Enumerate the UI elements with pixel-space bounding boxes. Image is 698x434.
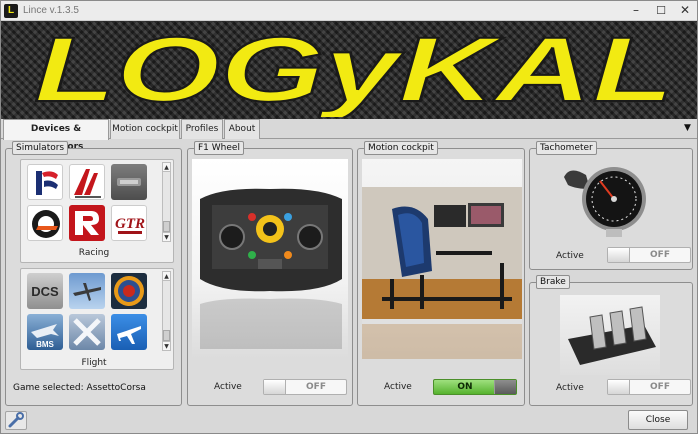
toggle-state: OFF bbox=[650, 250, 670, 260]
close-window-button[interactable]: ✕ bbox=[674, 2, 696, 19]
tab-menu-chevron-icon[interactable]: ▼ bbox=[684, 123, 691, 133]
generic-sim-icon[interactable] bbox=[111, 164, 147, 200]
f1-wheel-title: F1 Wheel bbox=[194, 141, 244, 155]
tachometer-image bbox=[560, 159, 660, 241]
f1-wheel-image bbox=[192, 159, 348, 359]
tacho-active-label: Active bbox=[556, 251, 584, 261]
f1-active-label: Active bbox=[214, 382, 242, 392]
tab-strip: Devices & Simulators Motion cockpit Prof… bbox=[1, 119, 697, 152]
iracing-icon[interactable] bbox=[27, 164, 63, 200]
maximize-button[interactable]: ☐ bbox=[650, 2, 672, 19]
toggle-state: OFF bbox=[306, 382, 326, 392]
motion-cockpit-panel: Motion cockpit Active ON bbox=[357, 141, 525, 406]
tab-profiles[interactable]: Profiles bbox=[181, 119, 223, 139]
brake-panel: Brake Active OFF bbox=[529, 275, 693, 406]
title-bar[interactable]: L Lince v.1.3.5 – ☐ ✕ bbox=[1, 1, 697, 21]
tacho-active-toggle[interactable]: OFF bbox=[607, 247, 691, 263]
motion-active-label: Active bbox=[384, 382, 412, 392]
il2-icon[interactable] bbox=[69, 273, 105, 309]
brake-title: Brake bbox=[536, 275, 570, 289]
minimize-button[interactable]: – bbox=[625, 2, 647, 19]
fsx-icon[interactable] bbox=[111, 314, 147, 350]
rfactor2-icon[interactable] bbox=[27, 205, 63, 241]
motion-active-toggle[interactable]: ON bbox=[433, 379, 517, 395]
app-window: L Lince v.1.3.5 – ☐ ✕ LOGyKAL Devices & … bbox=[0, 0, 698, 434]
motion-cockpit-image bbox=[362, 159, 522, 359]
f1-active-toggle[interactable]: OFF bbox=[263, 379, 347, 395]
falcon-bms-icon[interactable]: BMS bbox=[27, 314, 63, 350]
game-selected-label: Game selected: AssettoCorsa bbox=[13, 383, 146, 393]
racing-scrollbar[interactable]: ▲ ▼ bbox=[162, 162, 171, 242]
toggle-state: ON bbox=[457, 382, 473, 392]
window-title: Lince v.1.3.5 bbox=[23, 5, 79, 16]
scroll-down-icon[interactable]: ▼ bbox=[163, 232, 170, 241]
racing-group: GTR ▲ ▼ Racing bbox=[20, 159, 174, 263]
logo-text: LOGyKAL bbox=[34, 23, 674, 117]
svg-text:DCS: DCS bbox=[31, 284, 59, 299]
racing-caption: Racing bbox=[78, 248, 110, 258]
gtr-icon[interactable]: GTR bbox=[111, 205, 147, 241]
f1-wheel-panel: F1 Wheel Active OFF bbox=[187, 141, 353, 406]
tachometer-title: Tachometer bbox=[536, 141, 597, 155]
close-button[interactable]: Close bbox=[628, 410, 688, 430]
flight-caption: Flight bbox=[81, 358, 107, 368]
toggle-knob bbox=[608, 380, 630, 394]
brake-active-toggle[interactable]: OFF bbox=[607, 379, 691, 395]
tab-motion-cockpit[interactable]: Motion cockpit bbox=[110, 119, 180, 139]
toggle-knob bbox=[264, 380, 286, 394]
toggle-knob bbox=[608, 248, 630, 262]
raf-roundel-icon[interactable] bbox=[111, 273, 147, 309]
raceroom-icon[interactable] bbox=[69, 205, 105, 241]
assetto-corsa-icon[interactable] bbox=[69, 164, 105, 200]
tab-about[interactable]: About bbox=[224, 119, 260, 139]
xplane-icon[interactable] bbox=[69, 314, 105, 350]
svg-text:GTR: GTR bbox=[115, 216, 145, 232]
wrench-icon[interactable] bbox=[5, 411, 27, 430]
dcs-icon[interactable]: DCS bbox=[27, 273, 63, 309]
app-logo-icon: L bbox=[4, 4, 18, 18]
toggle-state: OFF bbox=[650, 382, 670, 392]
footer-bar: Close bbox=[1, 408, 697, 433]
scroll-down-icon[interactable]: ▼ bbox=[163, 341, 170, 350]
flight-group: DCS BMS ▲ ▼ Flight bbox=[20, 268, 174, 370]
flight-scrollbar[interactable]: ▲ ▼ bbox=[162, 271, 171, 351]
brake-pedals-image bbox=[560, 295, 660, 375]
logykal-logo: LOGyKAL bbox=[33, 23, 675, 117]
brake-active-label: Active bbox=[556, 383, 584, 393]
motion-cockpit-title: Motion cockpit bbox=[364, 141, 438, 155]
simulators-title: Simulators bbox=[12, 141, 69, 155]
tab-devices-simulators[interactable]: Devices & Simulators bbox=[3, 119, 109, 152]
brand-banner: LOGyKAL bbox=[1, 21, 697, 119]
simulators-panel: Simulators GTR ▲ ▼ Racing DCS BMS ▲ ▼ Fl… bbox=[5, 141, 182, 406]
tachometer-panel: Tachometer Active OFF bbox=[529, 141, 693, 270]
scroll-up-icon[interactable]: ▲ bbox=[163, 272, 170, 281]
scroll-up-icon[interactable]: ▲ bbox=[163, 163, 170, 172]
scroll-thumb[interactable] bbox=[163, 330, 170, 341]
scroll-thumb[interactable] bbox=[163, 221, 170, 232]
svg-text:BMS: BMS bbox=[36, 340, 54, 349]
toggle-knob bbox=[494, 380, 516, 394]
